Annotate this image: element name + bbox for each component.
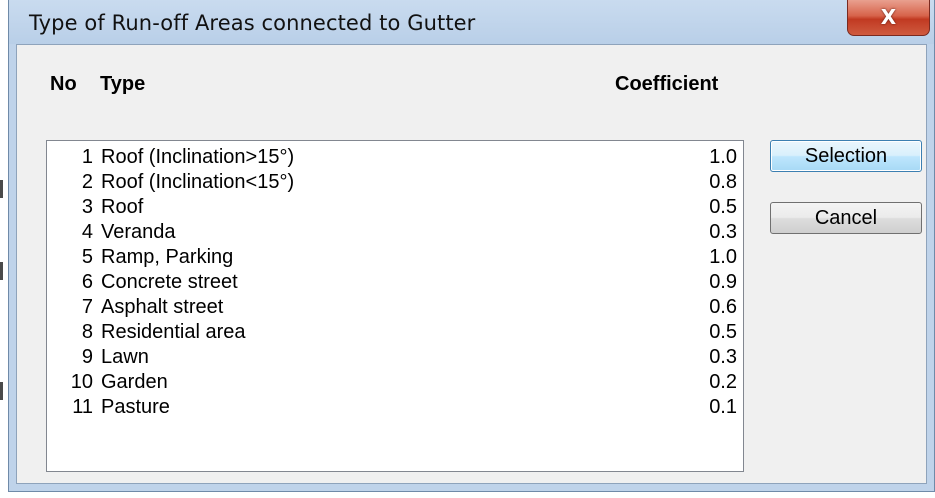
row-type: Roof (Inclination<15°) (101, 171, 295, 193)
row-coefficient: 0.5 (709, 196, 737, 218)
row-coefficient: 0.1 (709, 396, 737, 418)
dialog-client-area: No Type Coefficient 1 Roof (Inclination>… (16, 44, 927, 484)
dialog-window: Type of Run-off Areas connected to Gutte… (8, 0, 935, 492)
list-item[interactable]: 9 Lawn 0.3 (47, 345, 743, 369)
left-edge-mark (0, 262, 3, 280)
row-no: 2 (81, 171, 93, 193)
row-type: Asphalt street (101, 296, 224, 318)
row-type: Pasture (101, 396, 170, 418)
row-type: Residential area (101, 321, 246, 343)
row-no: 8 (81, 321, 93, 343)
column-header-type: Type (100, 73, 146, 95)
row-coefficient: 0.5 (709, 321, 737, 343)
row-no: 1 (81, 146, 93, 168)
row-no: 11 (72, 396, 93, 418)
row-no: 10 (70, 371, 93, 393)
row-type: Lawn (101, 346, 149, 368)
list-item[interactable]: 1 Roof (Inclination>15°) 1.0 (47, 145, 743, 169)
list-item[interactable]: 7 Asphalt street 0.6 (47, 295, 743, 319)
row-coefficient: 1.0 (709, 146, 737, 168)
list-item[interactable]: 2 Roof (Inclination<15°) 0.8 (47, 170, 743, 194)
window-title: Type of Run-off Areas connected to Gutte… (29, 11, 476, 35)
row-coefficient: 0.8 (709, 171, 737, 193)
list-item[interactable]: 10 Garden 0.2 (47, 370, 743, 394)
row-coefficient: 0.9 (709, 271, 737, 293)
list-item[interactable]: 3 Roof 0.5 (47, 195, 743, 219)
row-type: Roof (Inclination>15°) (101, 146, 295, 168)
close-button[interactable]: X (847, 0, 930, 36)
title-bar[interactable]: Type of Run-off Areas connected to Gutte… (9, 0, 934, 44)
left-edge-mark (0, 180, 3, 198)
row-coefficient: 0.3 (709, 221, 737, 243)
list-item[interactable]: 5 Ramp, Parking 1.0 (47, 245, 743, 269)
close-icon: X (880, 5, 897, 29)
row-type: Veranda (101, 221, 176, 243)
list-item[interactable]: 4 Veranda 0.3 (47, 220, 743, 244)
left-edge-mark (0, 382, 3, 400)
row-no: 5 (81, 246, 93, 268)
list-item[interactable]: 8 Residential area 0.5 (47, 320, 743, 344)
row-type: Garden (101, 371, 168, 393)
row-type: Ramp, Parking (101, 246, 234, 268)
list-item[interactable]: 11 Pasture 0.1 (47, 395, 743, 419)
selection-button[interactable]: Selection (770, 140, 922, 172)
row-no: 6 (81, 271, 93, 293)
row-coefficient: 1.0 (709, 246, 737, 268)
row-coefficient: 0.2 (709, 371, 737, 393)
row-coefficient: 0.6 (709, 296, 737, 318)
column-header-no: No (50, 73, 77, 95)
row-no: 9 (81, 346, 93, 368)
cancel-button[interactable]: Cancel (770, 202, 922, 234)
row-no: 4 (81, 221, 93, 243)
row-no: 7 (81, 296, 93, 318)
row-coefficient: 0.3 (709, 346, 737, 368)
row-type: Concrete street (101, 271, 238, 293)
row-type: Roof (101, 196, 144, 218)
column-header-coefficient: Coefficient (615, 73, 719, 95)
list-item[interactable]: 6 Concrete street 0.9 (47, 270, 743, 294)
runoff-type-list[interactable]: 1 Roof (Inclination>15°) 1.0 2 Roof (Inc… (46, 140, 744, 472)
row-no: 3 (81, 196, 93, 218)
left-edge-background (0, 0, 8, 498)
